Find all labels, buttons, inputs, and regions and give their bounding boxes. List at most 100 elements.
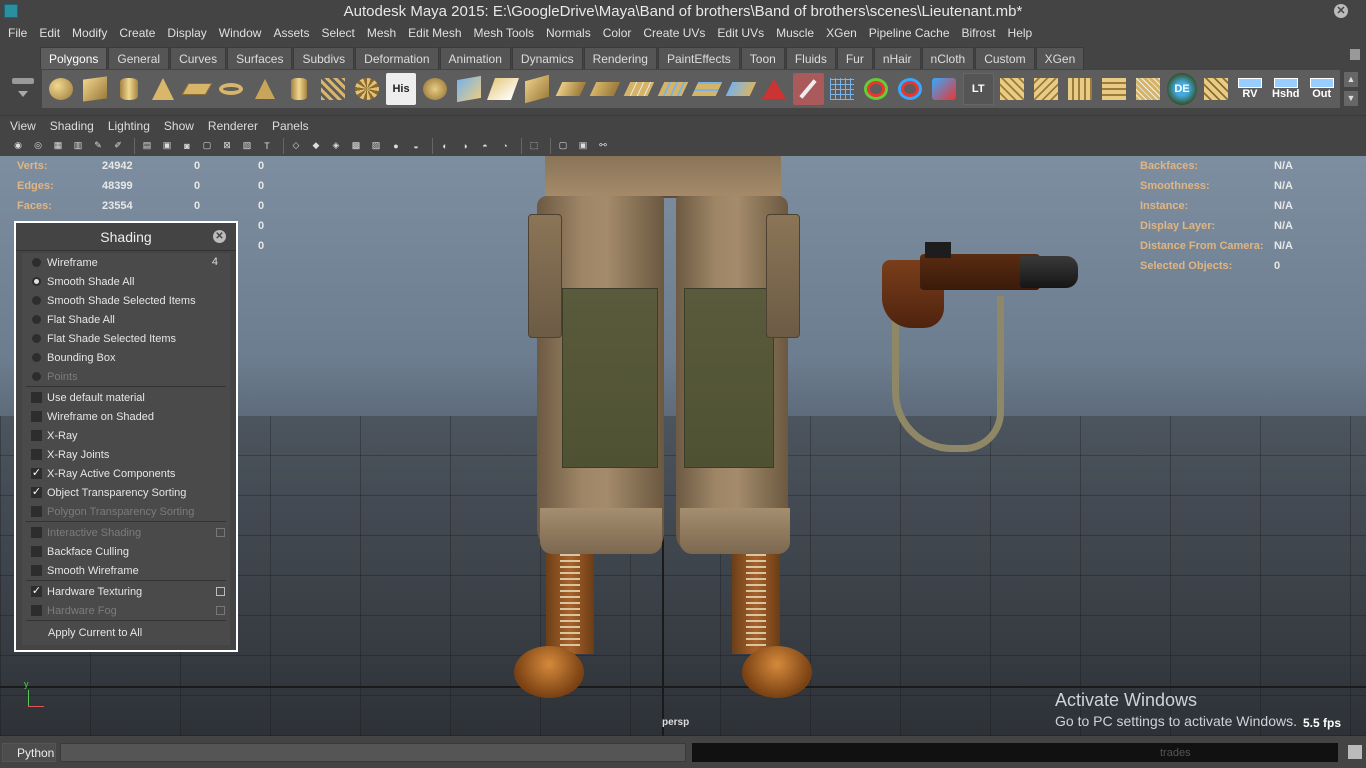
shelf-scroll-up-icon[interactable]: ▲	[1344, 72, 1358, 87]
default-lights-icon[interactable]: ▨	[368, 138, 384, 154]
panel-menu-panels[interactable]: Panels	[265, 119, 316, 133]
trash-icon[interactable]	[1350, 49, 1360, 60]
film-gate-icon[interactable]: ▣	[159, 138, 175, 154]
menu-edit-uvs[interactable]: Edit UVs	[711, 26, 770, 40]
menu-modify[interactable]: Modify	[66, 26, 113, 40]
poly-soccer-ball-icon[interactable]	[352, 73, 383, 105]
smooth-shade-mode-icon[interactable]: ◆	[308, 138, 324, 154]
xray-joints-icon[interactable]: ◓	[477, 138, 493, 154]
uv-unfold-icon[interactable]	[1031, 73, 1062, 105]
shelf-tab-xgen[interactable]: XGen	[1035, 47, 1085, 69]
extrude-icon[interactable]	[521, 73, 552, 105]
wireframe-on-shaded-icon[interactable]: ◈	[328, 138, 344, 154]
poly-plane-icon[interactable]	[181, 73, 213, 105]
bridge-icon[interactable]	[555, 73, 587, 105]
close-window-button[interactable]: ✕	[1334, 4, 1348, 18]
safe-title-icon[interactable]: T	[259, 138, 275, 154]
panel-menu-view[interactable]: View	[3, 119, 43, 133]
menu-normals[interactable]: Normals	[540, 26, 597, 40]
shading-option-bounding-box[interactable]: Bounding Box	[22, 348, 230, 367]
menu-xgen[interactable]: XGen	[820, 26, 863, 40]
bookmarks-icon[interactable]: ▦	[50, 138, 66, 154]
split-polygon-icon[interactable]	[623, 73, 654, 105]
select-tool-icon[interactable]: ⬚	[526, 138, 542, 154]
uv-layout-icon[interactable]	[997, 73, 1028, 105]
poly-cube-icon[interactable]	[80, 73, 111, 105]
universal-manipulator-icon[interactable]	[895, 73, 926, 105]
poly-helix-icon[interactable]	[318, 73, 349, 105]
camera-attributes-icon[interactable]: ◎	[30, 138, 46, 154]
shelf-scroll-down-icon[interactable]: ▼	[1344, 91, 1358, 106]
rv-icon[interactable]: RV	[1234, 73, 1265, 105]
out-icon[interactable]: Out	[1306, 73, 1337, 105]
shading-option-wireframe-on-shaded[interactable]: Wireframe on Shaded	[22, 407, 230, 426]
shading-option-smooth-shade-all[interactable]: Smooth Shade All	[22, 272, 230, 291]
menu-bifrost[interactable]: Bifrost	[956, 26, 1002, 40]
grease-pencil-icon[interactable]: ✎	[90, 138, 106, 154]
shelf-tab-custom[interactable]: Custom	[975, 47, 1035, 69]
uv-grid-icon[interactable]	[1133, 73, 1164, 105]
snap-icon[interactable]	[929, 73, 960, 105]
wireframe-cage-icon[interactable]	[827, 73, 858, 105]
safe-action-icon[interactable]: ▧	[239, 138, 255, 154]
shading-option-x-ray[interactable]: X-Ray	[22, 426, 230, 445]
rifle-barrel[interactable]	[1020, 256, 1078, 288]
shelf-tab-deformation[interactable]: Deformation	[355, 47, 439, 69]
menu-display[interactable]: Display	[161, 26, 212, 40]
insert-edge-loop-icon[interactable]	[657, 73, 688, 105]
poly-sphere-icon[interactable]	[46, 73, 77, 105]
shelf-tab-nhair[interactable]: nHair	[873, 47, 921, 69]
menu-window[interactable]: Window	[213, 26, 268, 40]
extract-icon[interactable]	[486, 73, 519, 105]
shelf-handle[interactable]	[12, 78, 34, 84]
poly-torus-icon[interactable]	[216, 73, 247, 105]
single-view-icon[interactable]: ▢	[555, 138, 571, 154]
script-language-toggle[interactable]: Python	[2, 743, 56, 762]
paint-tool-icon[interactable]	[792, 73, 824, 105]
menu-help[interactable]: Help	[1002, 26, 1039, 40]
shading-option-use-default-material[interactable]: Use default material	[22, 388, 230, 407]
close-panel-icon[interactable]: ✕	[213, 230, 226, 243]
shading-option-object-transparency-sorting[interactable]: ✓ Object Transparency Sorting	[22, 483, 230, 502]
grid-icon[interactable]: ▤	[139, 138, 155, 154]
shading-option-flat-shade-all[interactable]: Flat Shade All	[22, 310, 230, 329]
shading-option-x-ray-active-components[interactable]: ✓ X-Ray Active Components	[22, 464, 230, 483]
shelf-tab-general[interactable]: General	[108, 47, 170, 69]
append-polygon-icon[interactable]	[589, 73, 620, 105]
shading-option-backface-culling[interactable]: Backface Culling	[22, 542, 230, 561]
xray-components-icon[interactable]: ◔	[497, 138, 513, 154]
gate-mask-icon[interactable]: ▢	[199, 138, 215, 154]
hshd-icon[interactable]: Hshd	[1268, 73, 1303, 105]
uv-tools-icon[interactable]	[1200, 73, 1231, 105]
menu-assets[interactable]: Assets	[267, 26, 315, 40]
menu-edit-mesh[interactable]: Edit Mesh	[402, 26, 467, 40]
shelf-tab-fur[interactable]: Fur	[836, 47, 873, 69]
shelf-tab-subdivs[interactable]: Subdivs	[293, 47, 355, 69]
shelf-tab-painteffects[interactable]: PaintEffects	[657, 47, 740, 69]
shading-option-flat-shade-selected-items[interactable]: Flat Shade Selected Items	[22, 329, 230, 348]
panel-menu-shading[interactable]: Shading	[43, 119, 101, 133]
shelf-tab-toon[interactable]: Toon	[740, 47, 785, 69]
rotate-manipulator-icon[interactable]	[861, 73, 892, 105]
poly-pyramid-icon[interactable]	[250, 73, 281, 105]
shading-option-wireframe[interactable]: Wireframe 4	[22, 253, 230, 272]
shelf-tab-fluids[interactable]: Fluids	[785, 47, 836, 69]
all-lights-icon[interactable]: ●	[388, 138, 404, 154]
shading-panel-header[interactable]: Shading ✕	[16, 223, 236, 251]
shelf-tab-dynamics[interactable]: Dynamics	[511, 47, 583, 69]
menu-mesh[interactable]: Mesh	[361, 26, 402, 40]
select-camera-icon[interactable]: ◉	[10, 138, 26, 154]
menu-pipeline-cache[interactable]: Pipeline Cache	[863, 26, 956, 40]
menu-create[interactable]: Create	[113, 26, 161, 40]
option-box-icon[interactable]	[216, 587, 225, 596]
two-d-pan-icon[interactable]: ✐	[110, 138, 126, 154]
shelf-tab-ncloth[interactable]: nCloth	[921, 47, 975, 69]
shelf-tab-rendering[interactable]: Rendering	[583, 47, 657, 69]
shadows-icon[interactable]: ◒	[408, 138, 424, 154]
shading-option-smooth-shade-selected-items[interactable]: Smooth Shade Selected Items	[22, 291, 230, 310]
uv-select-icon[interactable]	[1065, 73, 1096, 105]
menu-color[interactable]: Color	[597, 26, 638, 40]
poly-cylinder-icon[interactable]	[114, 73, 145, 105]
xray-icon[interactable]: ◑	[457, 138, 473, 154]
character-pants-top[interactable]	[545, 156, 781, 198]
